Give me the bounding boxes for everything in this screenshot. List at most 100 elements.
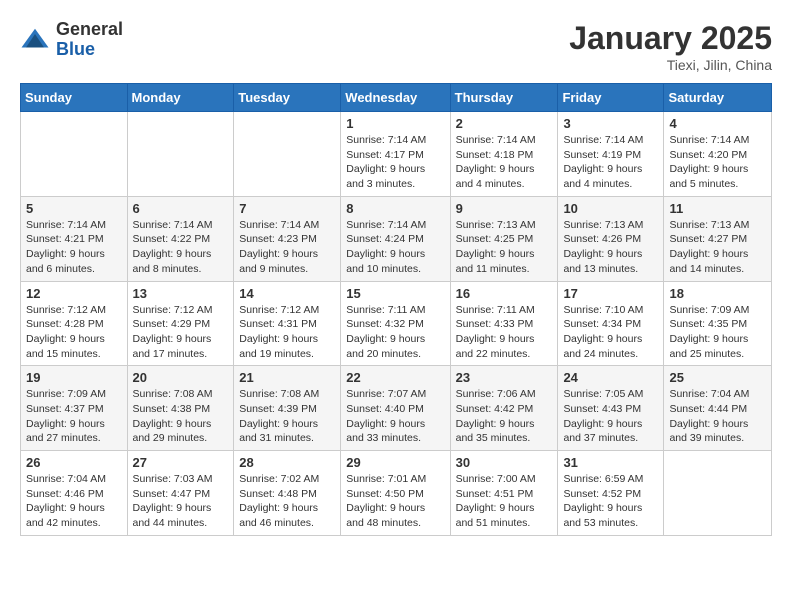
- calendar-empty: [234, 112, 341, 197]
- day-number: 10: [563, 201, 658, 216]
- day-info: Sunrise: 7:10 AM Sunset: 4:34 PM Dayligh…: [563, 303, 658, 362]
- day-info: Sunrise: 7:03 AM Sunset: 4:47 PM Dayligh…: [133, 472, 229, 531]
- day-header-sunday: Sunday: [21, 84, 128, 112]
- day-info: Sunrise: 7:14 AM Sunset: 4:17 PM Dayligh…: [346, 133, 444, 192]
- day-number: 23: [456, 370, 553, 385]
- day-header-saturday: Saturday: [664, 84, 772, 112]
- day-number: 24: [563, 370, 658, 385]
- day-info: Sunrise: 7:14 AM Sunset: 4:21 PM Dayligh…: [26, 218, 122, 277]
- day-number: 4: [669, 116, 766, 131]
- calendar-week-5: 26Sunrise: 7:04 AM Sunset: 4:46 PM Dayli…: [21, 451, 772, 536]
- day-info: Sunrise: 6:59 AM Sunset: 4:52 PM Dayligh…: [563, 472, 658, 531]
- calendar-table: SundayMondayTuesdayWednesdayThursdayFrid…: [20, 83, 772, 536]
- location: Tiexi, Jilin, China: [569, 57, 772, 73]
- calendar-empty: [664, 451, 772, 536]
- day-info: Sunrise: 7:14 AM Sunset: 4:19 PM Dayligh…: [563, 133, 658, 192]
- calendar-day-26: 26Sunrise: 7:04 AM Sunset: 4:46 PM Dayli…: [21, 451, 128, 536]
- day-info: Sunrise: 7:14 AM Sunset: 4:18 PM Dayligh…: [456, 133, 553, 192]
- calendar-day-14: 14 Sunrise: 7:12 AM Sunset: 4:31 PM Dayli…: [234, 281, 341, 366]
- calendar-empty: [127, 112, 234, 197]
- day-number: 14: [239, 286, 335, 301]
- calendar-header-row: SundayMondayTuesdayWednesdayThursdayFrid…: [21, 84, 772, 112]
- day-number: 3: [563, 116, 658, 131]
- calendar-day-4: 4 Sunrise: 7:14 AM Sunset: 4:20 PM Daylig…: [664, 112, 772, 197]
- day-number: 21: [239, 370, 335, 385]
- day-info: Sunrise: 7:12 AM Sunset: 4:29 PM Dayligh…: [133, 303, 229, 362]
- logo-general: General: [56, 19, 123, 39]
- day-number: 2: [456, 116, 553, 131]
- day-info: Sunrise: 7:11 AM Sunset: 4:32 PM Dayligh…: [346, 303, 444, 362]
- day-number: 7: [239, 201, 335, 216]
- calendar-day-1: 1 Sunrise: 7:14 AM Sunset: 4:17 PM Daylig…: [341, 112, 450, 197]
- day-info: Sunrise: 7:08 AM Sunset: 4:38 PM Dayligh…: [133, 387, 229, 446]
- day-info: Sunrise: 7:12 AM Sunset: 4:31 PM Dayligh…: [239, 303, 335, 362]
- calendar-day-18: 18 Sunrise: 7:09 AM Sunset: 4:35 PM Dayli…: [664, 281, 772, 366]
- calendar-day-11: 11Sunrise: 7:13 AM Sunset: 4:27 PM Dayli…: [664, 196, 772, 281]
- day-number: 18: [669, 286, 766, 301]
- logo-blue: Blue: [56, 39, 95, 59]
- calendar-day-9: 9Sunrise: 7:13 AM Sunset: 4:25 PM Daylig…: [450, 196, 558, 281]
- calendar-week-4: 19 Sunrise: 7:09 AM Sunset: 4:37 PM Dayli…: [21, 366, 772, 451]
- logo-icon: [20, 25, 50, 55]
- calendar-day-5: 5Sunrise: 7:14 AM Sunset: 4:21 PM Daylig…: [21, 196, 128, 281]
- day-info: Sunrise: 7:01 AM Sunset: 4:50 PM Dayligh…: [346, 472, 444, 531]
- day-info: Sunrise: 7:14 AM Sunset: 4:23 PM Dayligh…: [239, 218, 335, 277]
- calendar-day-2: 2 Sunrise: 7:14 AM Sunset: 4:18 PM Daylig…: [450, 112, 558, 197]
- month-title: January 2025: [569, 20, 772, 57]
- day-number: 20: [133, 370, 229, 385]
- calendar-day-8: 8 Sunrise: 7:14 AM Sunset: 4:24 PM Daylig…: [341, 196, 450, 281]
- calendar-day-7: 7 Sunrise: 7:14 AM Sunset: 4:23 PM Daylig…: [234, 196, 341, 281]
- day-number: 6: [133, 201, 229, 216]
- day-number: 9: [456, 201, 553, 216]
- calendar-day-31: 31 Sunrise: 6:59 AM Sunset: 4:52 PM Dayli…: [558, 451, 664, 536]
- calendar-day-13: 13Sunrise: 7:12 AM Sunset: 4:29 PM Dayli…: [127, 281, 234, 366]
- day-info: Sunrise: 7:06 AM Sunset: 4:42 PM Dayligh…: [456, 387, 553, 446]
- calendar-day-23: 23 Sunrise: 7:06 AM Sunset: 4:42 PM Dayli…: [450, 366, 558, 451]
- day-header-friday: Friday: [558, 84, 664, 112]
- day-number: 31: [563, 455, 658, 470]
- calendar-day-12: 12 Sunrise: 7:12 AM Sunset: 4:28 PM Dayli…: [21, 281, 128, 366]
- logo-text: General Blue: [56, 20, 123, 60]
- day-number: 25: [669, 370, 766, 385]
- day-info: Sunrise: 7:13 AM Sunset: 4:27 PM Dayligh…: [669, 218, 766, 277]
- calendar-day-21: 21 Sunrise: 7:08 AM Sunset: 4:39 PM Dayli…: [234, 366, 341, 451]
- title-block: January 2025 Tiexi, Jilin, China: [569, 20, 772, 73]
- calendar-empty: [21, 112, 128, 197]
- day-info: Sunrise: 7:14 AM Sunset: 4:20 PM Dayligh…: [669, 133, 766, 192]
- calendar-day-19: 19 Sunrise: 7:09 AM Sunset: 4:37 PM Dayli…: [21, 366, 128, 451]
- day-number: 12: [26, 286, 122, 301]
- calendar-day-30: 30 Sunrise: 7:00 AM Sunset: 4:51 PM Dayli…: [450, 451, 558, 536]
- day-number: 29: [346, 455, 444, 470]
- calendar-day-10: 10Sunrise: 7:13 AM Sunset: 4:26 PM Dayli…: [558, 196, 664, 281]
- logo: General Blue: [20, 20, 123, 60]
- calendar-day-29: 29 Sunrise: 7:01 AM Sunset: 4:50 PM Dayli…: [341, 451, 450, 536]
- calendar-week-3: 12 Sunrise: 7:12 AM Sunset: 4:28 PM Dayli…: [21, 281, 772, 366]
- day-info: Sunrise: 7:09 AM Sunset: 4:35 PM Dayligh…: [669, 303, 766, 362]
- day-header-monday: Monday: [127, 84, 234, 112]
- day-info: Sunrise: 7:14 AM Sunset: 4:24 PM Dayligh…: [346, 218, 444, 277]
- day-number: 1: [346, 116, 444, 131]
- calendar-day-24: 24Sunrise: 7:05 AM Sunset: 4:43 PM Dayli…: [558, 366, 664, 451]
- calendar-day-6: 6Sunrise: 7:14 AM Sunset: 4:22 PM Daylig…: [127, 196, 234, 281]
- day-info: Sunrise: 7:12 AM Sunset: 4:28 PM Dayligh…: [26, 303, 122, 362]
- calendar-day-16: 16 Sunrise: 7:11 AM Sunset: 4:33 PM Dayli…: [450, 281, 558, 366]
- calendar-day-15: 15 Sunrise: 7:11 AM Sunset: 4:32 PM Dayli…: [341, 281, 450, 366]
- calendar-day-25: 25Sunrise: 7:04 AM Sunset: 4:44 PM Dayli…: [664, 366, 772, 451]
- day-number: 30: [456, 455, 553, 470]
- calendar-day-28: 28Sunrise: 7:02 AM Sunset: 4:48 PM Dayli…: [234, 451, 341, 536]
- day-header-tuesday: Tuesday: [234, 84, 341, 112]
- day-number: 15: [346, 286, 444, 301]
- day-info: Sunrise: 7:00 AM Sunset: 4:51 PM Dayligh…: [456, 472, 553, 531]
- day-number: 19: [26, 370, 122, 385]
- day-number: 17: [563, 286, 658, 301]
- day-info: Sunrise: 7:08 AM Sunset: 4:39 PM Dayligh…: [239, 387, 335, 446]
- day-number: 28: [239, 455, 335, 470]
- calendar-week-1: 1 Sunrise: 7:14 AM Sunset: 4:17 PM Daylig…: [21, 112, 772, 197]
- day-info: Sunrise: 7:07 AM Sunset: 4:40 PM Dayligh…: [346, 387, 444, 446]
- day-number: 27: [133, 455, 229, 470]
- day-number: 8: [346, 201, 444, 216]
- day-info: Sunrise: 7:11 AM Sunset: 4:33 PM Dayligh…: [456, 303, 553, 362]
- day-number: 16: [456, 286, 553, 301]
- day-header-wednesday: Wednesday: [341, 84, 450, 112]
- day-info: Sunrise: 7:09 AM Sunset: 4:37 PM Dayligh…: [26, 387, 122, 446]
